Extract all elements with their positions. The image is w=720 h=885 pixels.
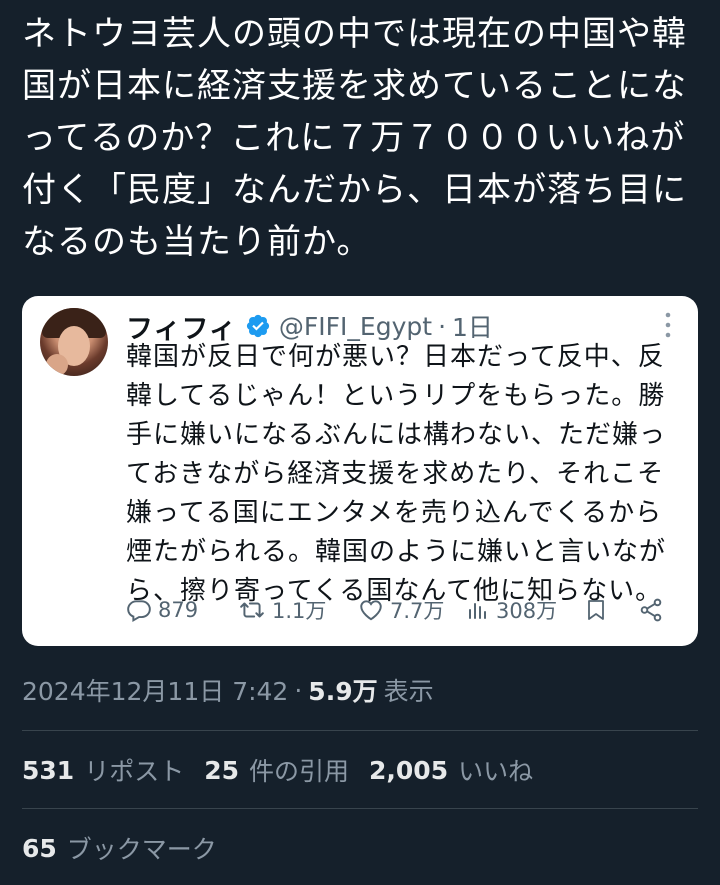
tweet-views-label: 表示 <box>383 677 434 706</box>
separator-dot: · <box>294 675 303 705</box>
heart-icon <box>358 597 384 623</box>
more-options-icon[interactable] <box>664 310 672 340</box>
engagement-stats: 531 リポスト 25 件の引用 2,005 いいね <box>22 752 553 788</box>
tweet-text: ネトウヨ芸人の頭の中では現在の中国や韓国が日本に経済支援を求めていることになって… <box>22 14 687 262</box>
reposts-label[interactable]: リポスト <box>84 752 184 788</box>
tweet-datetime[interactable]: 2024年12月11日 7:42 <box>22 672 288 708</box>
avatar[interactable] <box>40 308 108 376</box>
quoted-author-handle[interactable]: @FIFI_Egypt <box>279 312 432 341</box>
verified-badge-icon <box>245 313 271 339</box>
separator-dot: · <box>438 311 447 341</box>
likes-count[interactable]: 2,005 <box>369 756 448 785</box>
likes-label[interactable]: いいね <box>458 752 533 788</box>
quoted-tweet-text: 韓国が反日で何が悪い？日本だって反中、反韓してるじゃん！というリプをもらった。勝… <box>126 342 667 606</box>
bookmark-button[interactable] <box>584 597 608 623</box>
bookmark-stats: 65 ブックマーク <box>22 830 237 866</box>
reply-count: 879 <box>158 598 199 622</box>
reposts-count[interactable]: 531 <box>22 756 74 785</box>
quotes-label[interactable]: 件の引用 <box>249 752 349 788</box>
share-button[interactable] <box>638 597 664 623</box>
bookmarks-count[interactable]: 65 <box>22 834 57 863</box>
views-count: 308万 <box>496 599 558 623</box>
share-icon <box>638 597 664 623</box>
views-chart-icon <box>466 597 490 623</box>
retweet-icon <box>238 597 266 623</box>
like-count: 7.7万 <box>390 599 445 623</box>
quoted-tweet-actions: 879 1.1万 7.7万 308万 <box>126 594 686 626</box>
avatar-hand <box>46 354 68 376</box>
tweet-meta: 2024年12月11日 7:42 · 5.9万 表示 <box>22 672 434 708</box>
retweet-button[interactable]: 1.1万 <box>238 595 326 625</box>
reply-button[interactable]: 879 <box>126 597 198 623</box>
divider <box>22 730 698 731</box>
views-button[interactable]: 308万 <box>466 595 557 625</box>
tweet-views-count: 5.9万 <box>308 677 378 706</box>
quotes-count[interactable]: 25 <box>204 756 239 785</box>
bookmark-icon <box>584 597 608 623</box>
retweet-count: 1.1万 <box>272 599 327 623</box>
reply-icon <box>126 597 152 623</box>
divider <box>22 808 698 809</box>
bookmarks-label[interactable]: ブックマーク <box>67 830 217 866</box>
quoted-tweet-card[interactable]: フィフィ @FIFI_Egypt · 1日 韓国が反日で何が悪い？日本だって反中… <box>22 296 698 646</box>
like-button[interactable]: 7.7万 <box>358 595 444 625</box>
